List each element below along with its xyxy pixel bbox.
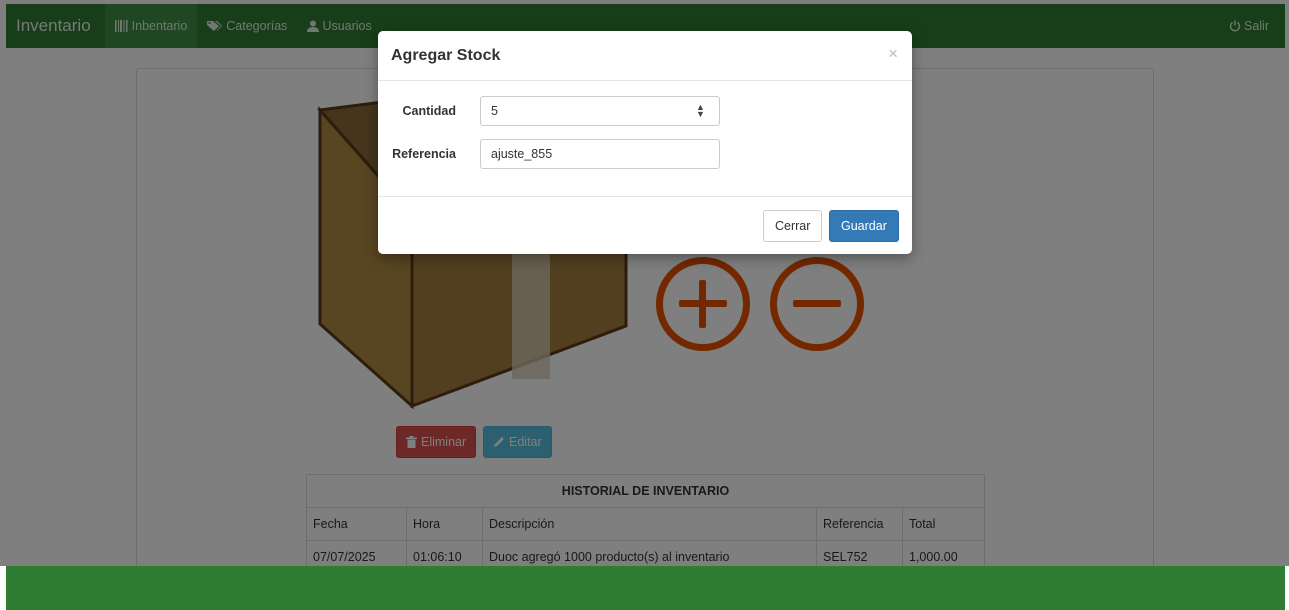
guardar-button[interactable]: Guardar [829, 210, 899, 242]
referencia-input[interactable] [480, 139, 720, 169]
referencia-label: Referencia [392, 147, 456, 161]
stepper-icon[interactable]: ▲ ▼ [696, 103, 705, 119]
cantidad-input[interactable] [480, 96, 720, 126]
close-icon[interactable]: × [888, 44, 898, 64]
modal-body: Cantidad ▲▼ Referencia [378, 81, 912, 196]
cantidad-row: Cantidad ▲▼ [378, 96, 912, 126]
modal-header: Agregar Stock × [378, 31, 912, 81]
modal-title: Agregar Stock [391, 47, 501, 64]
modal-footer: Cerrar Guardar [378, 196, 912, 254]
page-footer [6, 566, 1285, 610]
add-stock-modal: Agregar Stock × Cantidad ▲▼ Referencia C… [378, 31, 912, 254]
cantidad-label: Cantidad [402, 104, 456, 118]
referencia-row: Referencia [378, 139, 912, 169]
cerrar-button[interactable]: Cerrar [763, 210, 823, 242]
